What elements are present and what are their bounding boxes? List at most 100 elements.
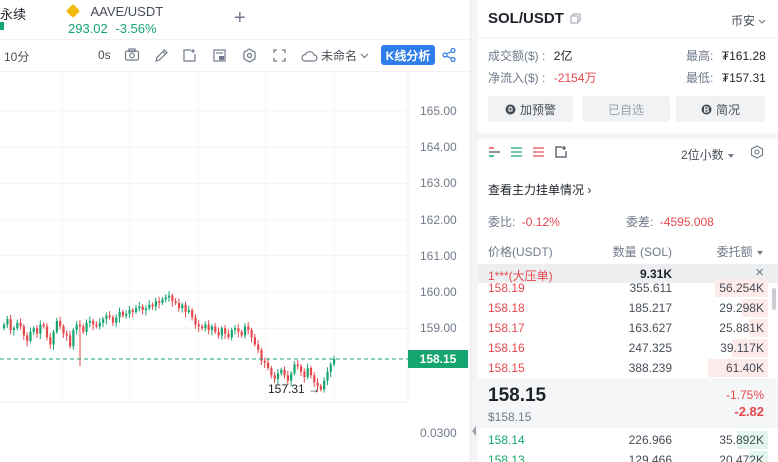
price-chart[interactable]: 165.00 164.00 163.00 162.00 161.00 160.00 159.…: [0, 72, 470, 462]
fullscreen-icon[interactable]: [272, 48, 287, 63]
precision-selector[interactable]: 2位小数: [681, 146, 735, 163]
col-total[interactable]: 委托额: [717, 243, 764, 260]
order-qty: 388.239: [628, 361, 672, 375]
candle: [154, 297, 157, 311]
candle: [62, 324, 65, 338]
candle: [270, 365, 273, 379]
chevron-down-icon: [360, 53, 369, 58]
price-axis-tick: 160.00: [420, 285, 457, 299]
candle: [121, 309, 124, 318]
market-panel: SOL/USDT 币安 成交额($) : 2亿 净流入($) : -2154万 …: [478, 0, 778, 462]
candle: [243, 323, 247, 339]
candle: [168, 291, 171, 302]
candle: [187, 305, 190, 315]
ask-row[interactable]: 158.18 185.217 29.298K: [478, 298, 778, 318]
candle: [300, 364, 303, 376]
collapse-arrow-icon[interactable]: [471, 424, 478, 438]
bid-row[interactable]: 158.14 226.966 35.892K: [478, 430, 778, 450]
copy-icon[interactable]: [570, 13, 581, 24]
candle: [329, 362, 332, 378]
candle: [105, 312, 108, 325]
candlestick-plot[interactable]: [0, 72, 470, 462]
camera-icon[interactable]: [124, 48, 140, 62]
candle: [303, 368, 306, 383]
high-value: ₮161.28: [721, 49, 766, 63]
share-icon[interactable]: [441, 47, 457, 63]
settings-icon[interactable]: [242, 48, 257, 63]
candle: [210, 324, 214, 336]
book-both-icon[interactable]: [488, 146, 501, 158]
candle: [16, 319, 19, 331]
candle: [59, 316, 62, 330]
exchange-selector[interactable]: 币安: [731, 12, 766, 29]
candle: [144, 305, 148, 316]
ask-row[interactable]: 158.16 247.325 39.117K: [478, 338, 778, 358]
symbol-title: SOL/USDT: [488, 10, 564, 27]
template-icon[interactable]: [212, 48, 227, 63]
order-qty: 129.466: [628, 453, 672, 462]
price-axis-tick: 165.00: [420, 104, 457, 118]
candle: [52, 329, 55, 350]
low-price-marker: 157.31 →: [268, 382, 321, 396]
candle: [108, 311, 111, 320]
order-price: 158.13: [488, 453, 525, 462]
add-indicator-icon[interactable]: [182, 48, 197, 63]
candle: [85, 319, 88, 336]
order-price: 158.15: [488, 361, 525, 375]
candle: [12, 326, 16, 336]
col-total-label: 委托额: [716, 245, 753, 259]
price-axis-tick: 161.00: [420, 248, 457, 263]
low-label: 最低:: [686, 71, 714, 85]
candle: [326, 367, 329, 386]
book-asks-icon[interactable]: [532, 146, 545, 158]
diff-label: 委差:: [626, 215, 654, 229]
candle: [111, 315, 115, 327]
tab-aave-price: 293.02: [68, 21, 108, 36]
candle: [333, 355, 336, 367]
candle: [29, 327, 32, 344]
order-price: 158.16: [488, 341, 525, 355]
order-book-link[interactable]: 查看主力挂单情况 ›: [488, 181, 591, 198]
precision-label: 2位小数: [681, 148, 724, 162]
plus-icon[interactable]: +: [234, 8, 246, 28]
high-label: 最高:: [686, 49, 714, 63]
current-change-abs: -2.82: [734, 404, 764, 419]
cloud-icon: [301, 50, 318, 62]
candle: [201, 324, 204, 331]
col-price: 价格(USDT): [488, 245, 553, 259]
candle: [250, 327, 253, 343]
add-alert-button[interactable]: 加预警: [488, 96, 573, 122]
inflow-value: -2154万: [553, 71, 597, 85]
candle: [131, 307, 134, 318]
brief-button[interactable]: B 简况: [676, 96, 765, 122]
ask-row[interactable]: 158.17 163.627 25.881K: [478, 318, 778, 338]
panel-splitter[interactable]: [470, 0, 478, 462]
kline-analysis-button[interactable]: K线分析: [381, 45, 435, 65]
ask-row[interactable]: 158.15 388.239 61.40K: [478, 358, 778, 378]
price-axis-tick: 162.00: [420, 212, 457, 227]
volume-value: 2亿: [553, 49, 573, 63]
candle: [234, 324, 237, 335]
tab-aave-usdt[interactable]: AAVE/USDT: [65, 3, 163, 21]
order-qty: 185.217: [628, 301, 672, 315]
candle: [171, 293, 174, 307]
layout-selector[interactable]: 未命名: [301, 47, 369, 64]
order-total: 61.40K: [725, 361, 764, 375]
col-qty: 数量 (SOL): [612, 245, 672, 259]
bid-row[interactable]: 158.13 129.466 20.472K: [478, 450, 778, 462]
candle: [293, 361, 296, 376]
interval-seconds[interactable]: 0s: [98, 48, 111, 62]
candle: [309, 365, 313, 379]
tab-perpetual[interactable]: 永续: [0, 4, 26, 23]
candle: [217, 327, 220, 339]
book-bids-icon[interactable]: [510, 146, 523, 158]
ask-row[interactable]: 158.19 355.611 56.254K: [478, 278, 778, 298]
book-settings-icon[interactable]: [750, 145, 764, 159]
pencil-icon[interactable]: [154, 48, 169, 63]
book-scrollbar[interactable]: [772, 288, 776, 310]
candle: [319, 383, 322, 392]
candle: [82, 324, 85, 334]
watchlist-button[interactable]: 已自选: [582, 96, 670, 122]
book-expand-icon[interactable]: [554, 145, 568, 159]
interval-selector[interactable]: 10分: [4, 48, 29, 65]
